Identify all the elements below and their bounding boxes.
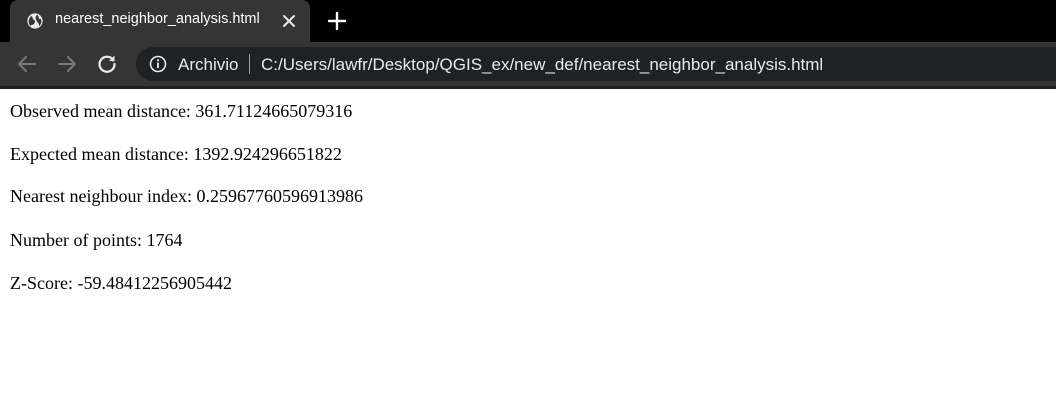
page-content: Observed mean distance: 361.711246650793… bbox=[0, 89, 1056, 406]
tab-strip: nearest_neighbor_analysis.html bbox=[0, 0, 1056, 42]
tab-title: nearest_neighbor_analysis.html bbox=[55, 11, 260, 27]
browser-window: nearest_neighbor_analysis.html Archivio … bbox=[0, 0, 1056, 406]
tab-nearest-neighbor-analysis[interactable]: nearest_neighbor_analysis.html bbox=[10, 0, 310, 42]
address-bar-divider bbox=[249, 54, 250, 74]
globe-icon bbox=[27, 13, 43, 29]
new-tab-plus-icon[interactable] bbox=[326, 10, 348, 32]
address-bar[interactable]: Archivio C:/Users/lawfr/Desktop/QGIS_ex/… bbox=[136, 47, 1056, 81]
expected-mean-distance: Expected mean distance: 1392.92429665182… bbox=[10, 144, 342, 164]
number-of-points: Number of points: 1764 bbox=[10, 230, 183, 250]
close-icon[interactable] bbox=[280, 12, 298, 30]
back-arrow-icon[interactable] bbox=[15, 52, 39, 76]
observed-mean-distance: Observed mean distance: 361.711246650793… bbox=[10, 101, 353, 121]
forward-arrow-icon[interactable] bbox=[55, 52, 79, 76]
nearest-neighbour-index: Nearest neighbour index: 0.2596776059691… bbox=[10, 186, 363, 206]
info-icon[interactable] bbox=[149, 55, 167, 73]
site-info-label[interactable]: Archivio bbox=[178, 55, 238, 75]
reload-icon[interactable] bbox=[95, 52, 119, 76]
url-text[interactable]: C:/Users/lawfr/Desktop/QGIS_ex/new_def/n… bbox=[261, 55, 823, 75]
z-score: Z-Score: -59.48412256905442 bbox=[10, 273, 232, 293]
toolbar: Archivio C:/Users/lawfr/Desktop/QGIS_ex/… bbox=[0, 42, 1056, 89]
